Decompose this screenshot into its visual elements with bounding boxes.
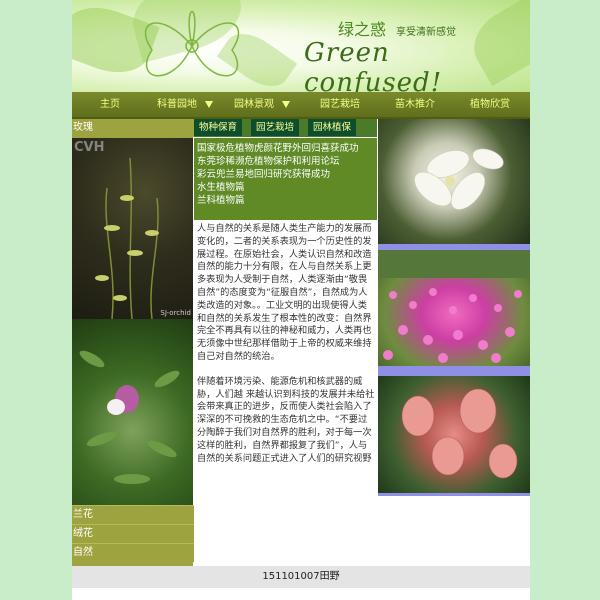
news-list: 国家极危植物虎颜花野外回归喜获成功 东莞珍稀濒危植物保护和利用论坛 彩云兜兰易地… [194, 138, 377, 220]
nav-item-nursery[interactable]: 苗木推介 [395, 92, 435, 117]
article-paragraph: 伴随着环境污染、能源危机和核武器的威胁，人们越 来越认识到科技的发展并未给社会带… [197, 375, 375, 464]
site-tagline: 享受清新感觉 [396, 27, 456, 38]
site-title: 绿之惑 [338, 20, 387, 39]
nav-item-landscape[interactable]: 园林景观 [234, 92, 274, 117]
tab-landscape-protection[interactable]: 园林植保 [308, 119, 357, 136]
nav-item-plant-appreciation[interactable]: 植物欣赏 [470, 92, 510, 117]
content-tabs: 物种保育 园艺栽培 园林植保 [194, 119, 377, 137]
tab-species-conservation[interactable]: 物种保育 [194, 119, 243, 136]
dropdown-arrow-icon[interactable] [205, 101, 213, 108]
right-gallery [378, 119, 530, 496]
sidebar-link-silk-flower[interactable]: 绒花 [72, 524, 194, 543]
sidebar-link-nature[interactable]: 自然 [72, 543, 194, 562]
news-item[interactable]: 水生植物篇 [194, 181, 377, 194]
header-banner: 绿之惑 享受清新感觉 Green confused! [72, 0, 530, 92]
flower-illustration [79, 350, 180, 484]
nav-item-horticulture[interactable]: 园艺栽培 [320, 92, 360, 117]
sidebar-link-orchid[interactable]: 兰花 [72, 505, 194, 524]
main-nav: 主页 科普园地 园林景观 园艺栽培 苗木推介 植物欣赏 [72, 92, 530, 119]
news-item[interactable]: 彩云兜兰易地回归研究获得成功 [194, 168, 377, 181]
nav-item-science[interactable]: 科普园地 [157, 92, 197, 117]
news-item[interactable]: 国家极危植物虎颜花野外回归喜获成功 [194, 142, 377, 155]
news-item[interactable]: 东莞珍稀濒危植物保护和利用论坛 [194, 155, 377, 168]
protea-flower-photo [378, 376, 530, 493]
vetch-flower-photo [72, 319, 193, 505]
main-content: 物种保育 园艺栽培 园林植保 国家极危植物虎颜花野外回归喜获成功 东莞珍稀濒危植… [194, 119, 377, 496]
orchid-illustration [95, 157, 159, 319]
footer: 151101007田野 [72, 566, 530, 588]
orchid-photo: CVH SJ-orchid [72, 138, 193, 319]
article-paragraph: 人与自然的关系是随人类生产能力的发展而变化的，二者的关系表现为一个历史性的发展过… [197, 223, 372, 362]
tab-horticulture[interactable]: 园艺栽培 [251, 119, 300, 136]
flower-outline-decoration [144, 11, 240, 77]
flower-field-illustration [378, 250, 530, 363]
article-body: 人与自然的关系是随人类生产能力的发展而变化的，二者的关系表现为一个历史性的发展过… [197, 223, 375, 477]
news-item[interactable]: 兰科植物篇 [194, 194, 377, 207]
site-title-english: Green confused! [304, 38, 443, 92]
nav-item-home[interactable]: 主页 [100, 92, 120, 117]
left-sidebar: 玫瑰 CVH SJ-orchid 兰花 绒花 自然 [72, 119, 194, 566]
protea-illustration [401, 388, 518, 479]
sidebar-title[interactable]: 玫瑰 [72, 119, 194, 137]
white-flower-photo [378, 119, 530, 244]
pink-flower-field-photo [378, 250, 530, 366]
page-container: 绿之惑 享受清新感觉 Green confused! 主页 科普园地 园林景观 … [72, 0, 530, 600]
dropdown-arrow-icon[interactable] [282, 101, 290, 108]
white-flower-illustration [414, 148, 504, 210]
photo-watermark: SJ-orchid [160, 309, 191, 317]
